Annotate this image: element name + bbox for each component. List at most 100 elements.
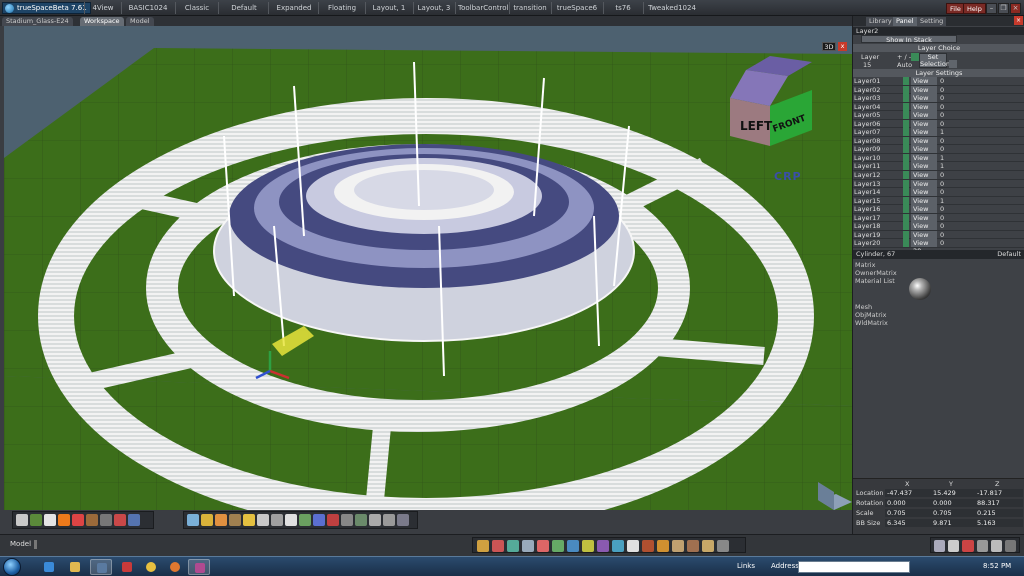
transform-x-field[interactable]: 6.345 bbox=[885, 519, 933, 527]
link-wld-matrix[interactable]: WldMatrix bbox=[855, 319, 888, 327]
start-button-icon[interactable] bbox=[3, 558, 21, 576]
world-axis-icon[interactable] bbox=[627, 540, 639, 552]
layer-view-button[interactable]: View 20 bbox=[911, 239, 937, 255]
rotate-icon[interactable] bbox=[492, 540, 504, 552]
restore-icon[interactable]: ❐ bbox=[998, 3, 1009, 14]
layer-row[interactable]: Layer01 View 010 bbox=[853, 77, 1024, 93]
paint-icon[interactable] bbox=[44, 514, 56, 526]
layer-row[interactable]: Layer13 View 130 bbox=[853, 179, 1024, 196]
link-matrix[interactable]: Matrix bbox=[855, 261, 875, 269]
taskbar-explorer-icon[interactable] bbox=[64, 559, 86, 575]
link-obj-matrix[interactable]: ObjMatrix bbox=[855, 311, 887, 319]
layer-row[interactable]: Layer10 View 101 bbox=[853, 153, 1024, 170]
layer-row[interactable]: Layer19 View 190 bbox=[853, 230, 1024, 247]
transform-z-field[interactable]: 88.317 bbox=[975, 499, 1023, 507]
taskbar-firefox-icon[interactable] bbox=[164, 559, 186, 575]
view-top-icon[interactable] bbox=[948, 540, 960, 552]
layer-view-button[interactable]: View 16 bbox=[911, 205, 937, 221]
pivot-icon[interactable] bbox=[597, 540, 609, 552]
status-input[interactable] bbox=[34, 540, 37, 549]
layout-tab-ts76[interactable]: ts76 bbox=[606, 3, 640, 14]
grid-snap-icon[interactable] bbox=[369, 514, 381, 526]
camera-icon[interactable] bbox=[100, 514, 112, 526]
layout-tab-transition[interactable]: transition bbox=[512, 3, 548, 14]
cylinder-icon[interactable] bbox=[229, 514, 241, 526]
layout-tab-default[interactable]: Default bbox=[222, 3, 266, 14]
layer-view-button[interactable]: View 05 bbox=[911, 111, 937, 127]
layer-visible-toggle[interactable] bbox=[903, 102, 909, 111]
layer-view-button[interactable]: View 10 bbox=[911, 153, 937, 170]
lathe-icon[interactable] bbox=[299, 514, 311, 526]
layer-visible-toggle[interactable] bbox=[903, 239, 909, 248]
transform-x-field[interactable]: -47.437 bbox=[885, 489, 933, 497]
layer-view-button[interactable]: View 17 bbox=[911, 213, 937, 230]
layer-visible-toggle[interactable] bbox=[903, 136, 909, 145]
layer-row[interactable]: Layer11 View 111 bbox=[853, 162, 1024, 178]
layer-visible-toggle[interactable] bbox=[903, 179, 909, 188]
ungroup-icon[interactable] bbox=[672, 540, 684, 552]
transform-y-field[interactable]: 15.429 bbox=[931, 489, 979, 497]
align-icon[interactable] bbox=[582, 540, 594, 552]
local-axis-icon[interactable] bbox=[612, 540, 624, 552]
object-icon[interactable] bbox=[58, 514, 70, 526]
viewport-close-icon[interactable]: x bbox=[838, 42, 847, 51]
layer-row[interactable]: Layer20 View 200 bbox=[853, 239, 1024, 255]
taskbar-media-icon[interactable] bbox=[90, 559, 112, 575]
auto-checkbox[interactable] bbox=[911, 53, 919, 61]
layer-view-button[interactable]: View 07 bbox=[911, 128, 937, 144]
mesh-icon[interactable] bbox=[30, 514, 42, 526]
fx-icon[interactable] bbox=[327, 514, 339, 526]
layer-visible-toggle[interactable] bbox=[903, 162, 909, 171]
tab-panel[interactable]: Panel bbox=[893, 17, 917, 26]
settings-tool-icon[interactable] bbox=[397, 514, 409, 526]
view-front-icon[interactable] bbox=[934, 540, 946, 552]
taskbar-chrome-icon[interactable] bbox=[140, 559, 162, 575]
pan-icon[interactable] bbox=[990, 540, 1002, 552]
show-in-stack-button[interactable]: Show In Stack bbox=[861, 35, 957, 44]
z-lock-icon[interactable] bbox=[642, 540, 654, 552]
layer-row[interactable]: Layer17 View 170 bbox=[853, 213, 1024, 230]
link-mesh[interactable]: Mesh bbox=[855, 303, 872, 311]
auto-toggle[interactable]: Auto bbox=[897, 61, 912, 69]
layer-row[interactable]: Layer04 View 040 bbox=[853, 102, 1024, 119]
set-selection-button[interactable]: Set Selection bbox=[919, 53, 950, 68]
transform-y-field[interactable]: 0.000 bbox=[931, 499, 979, 507]
scale-icon[interactable] bbox=[507, 540, 519, 552]
layout-tab-truespace6[interactable]: trueSpace6 bbox=[554, 3, 600, 14]
layer-row[interactable]: Layer12 View 120 bbox=[853, 171, 1024, 187]
layer-view-button[interactable]: View 12 bbox=[911, 171, 937, 187]
cone-icon[interactable] bbox=[215, 514, 227, 526]
layer-view-button[interactable]: View 08 bbox=[911, 136, 937, 153]
transform-x-field[interactable]: 0.705 bbox=[885, 509, 933, 517]
layer-visible-toggle[interactable] bbox=[903, 77, 909, 85]
layer-visible-toggle[interactable] bbox=[903, 145, 909, 154]
layer-row[interactable]: Layer03 View 030 bbox=[853, 94, 1024, 110]
layer-row[interactable]: Layer15 View 151 bbox=[853, 196, 1024, 213]
layer-visible-toggle[interactable] bbox=[903, 85, 909, 94]
boolean-icon[interactable] bbox=[271, 514, 283, 526]
taskbar-app-red-icon[interactable] bbox=[116, 559, 138, 575]
deform-icon[interactable] bbox=[257, 514, 269, 526]
close-window-icon[interactable]: × bbox=[1010, 3, 1021, 14]
layout-tab-toolbarcontrol[interactable]: ToolbarControl bbox=[458, 3, 509, 14]
layer-visible-toggle[interactable] bbox=[903, 196, 909, 205]
layout-tab-floating[interactable]: Floating bbox=[322, 3, 362, 14]
transform-x-field[interactable]: 0.000 bbox=[885, 499, 933, 507]
layer-visible-toggle[interactable] bbox=[903, 188, 909, 197]
link-owner-matrix[interactable]: OwnerMatrix bbox=[855, 269, 897, 277]
layout-tab-classic[interactable]: Classic bbox=[178, 3, 216, 14]
minimize-icon[interactable]: – bbox=[986, 3, 997, 14]
layer-row[interactable]: Layer18 View 180 bbox=[853, 222, 1024, 238]
material-icon[interactable] bbox=[72, 514, 84, 526]
light-icon[interactable] bbox=[86, 514, 98, 526]
link-material-list[interactable]: Material List bbox=[855, 277, 895, 285]
layout-tab-basic1024[interactable]: BASIC1024 bbox=[124, 3, 172, 14]
layout-tab-tweaked1024[interactable]: Tweaked1024 bbox=[648, 3, 696, 14]
tab-setting[interactable]: Setting bbox=[917, 17, 947, 26]
layer-view-button[interactable]: View 18 bbox=[911, 222, 937, 238]
layer-row[interactable]: Layer09 View 090 bbox=[853, 145, 1024, 161]
transform-z-field[interactable]: 0.215 bbox=[975, 509, 1023, 517]
render-icon[interactable] bbox=[128, 514, 140, 526]
layout-tab-layout-3[interactable]: Layout, 3 bbox=[416, 3, 452, 14]
layer-row[interactable]: Layer05 View 050 bbox=[853, 111, 1024, 127]
